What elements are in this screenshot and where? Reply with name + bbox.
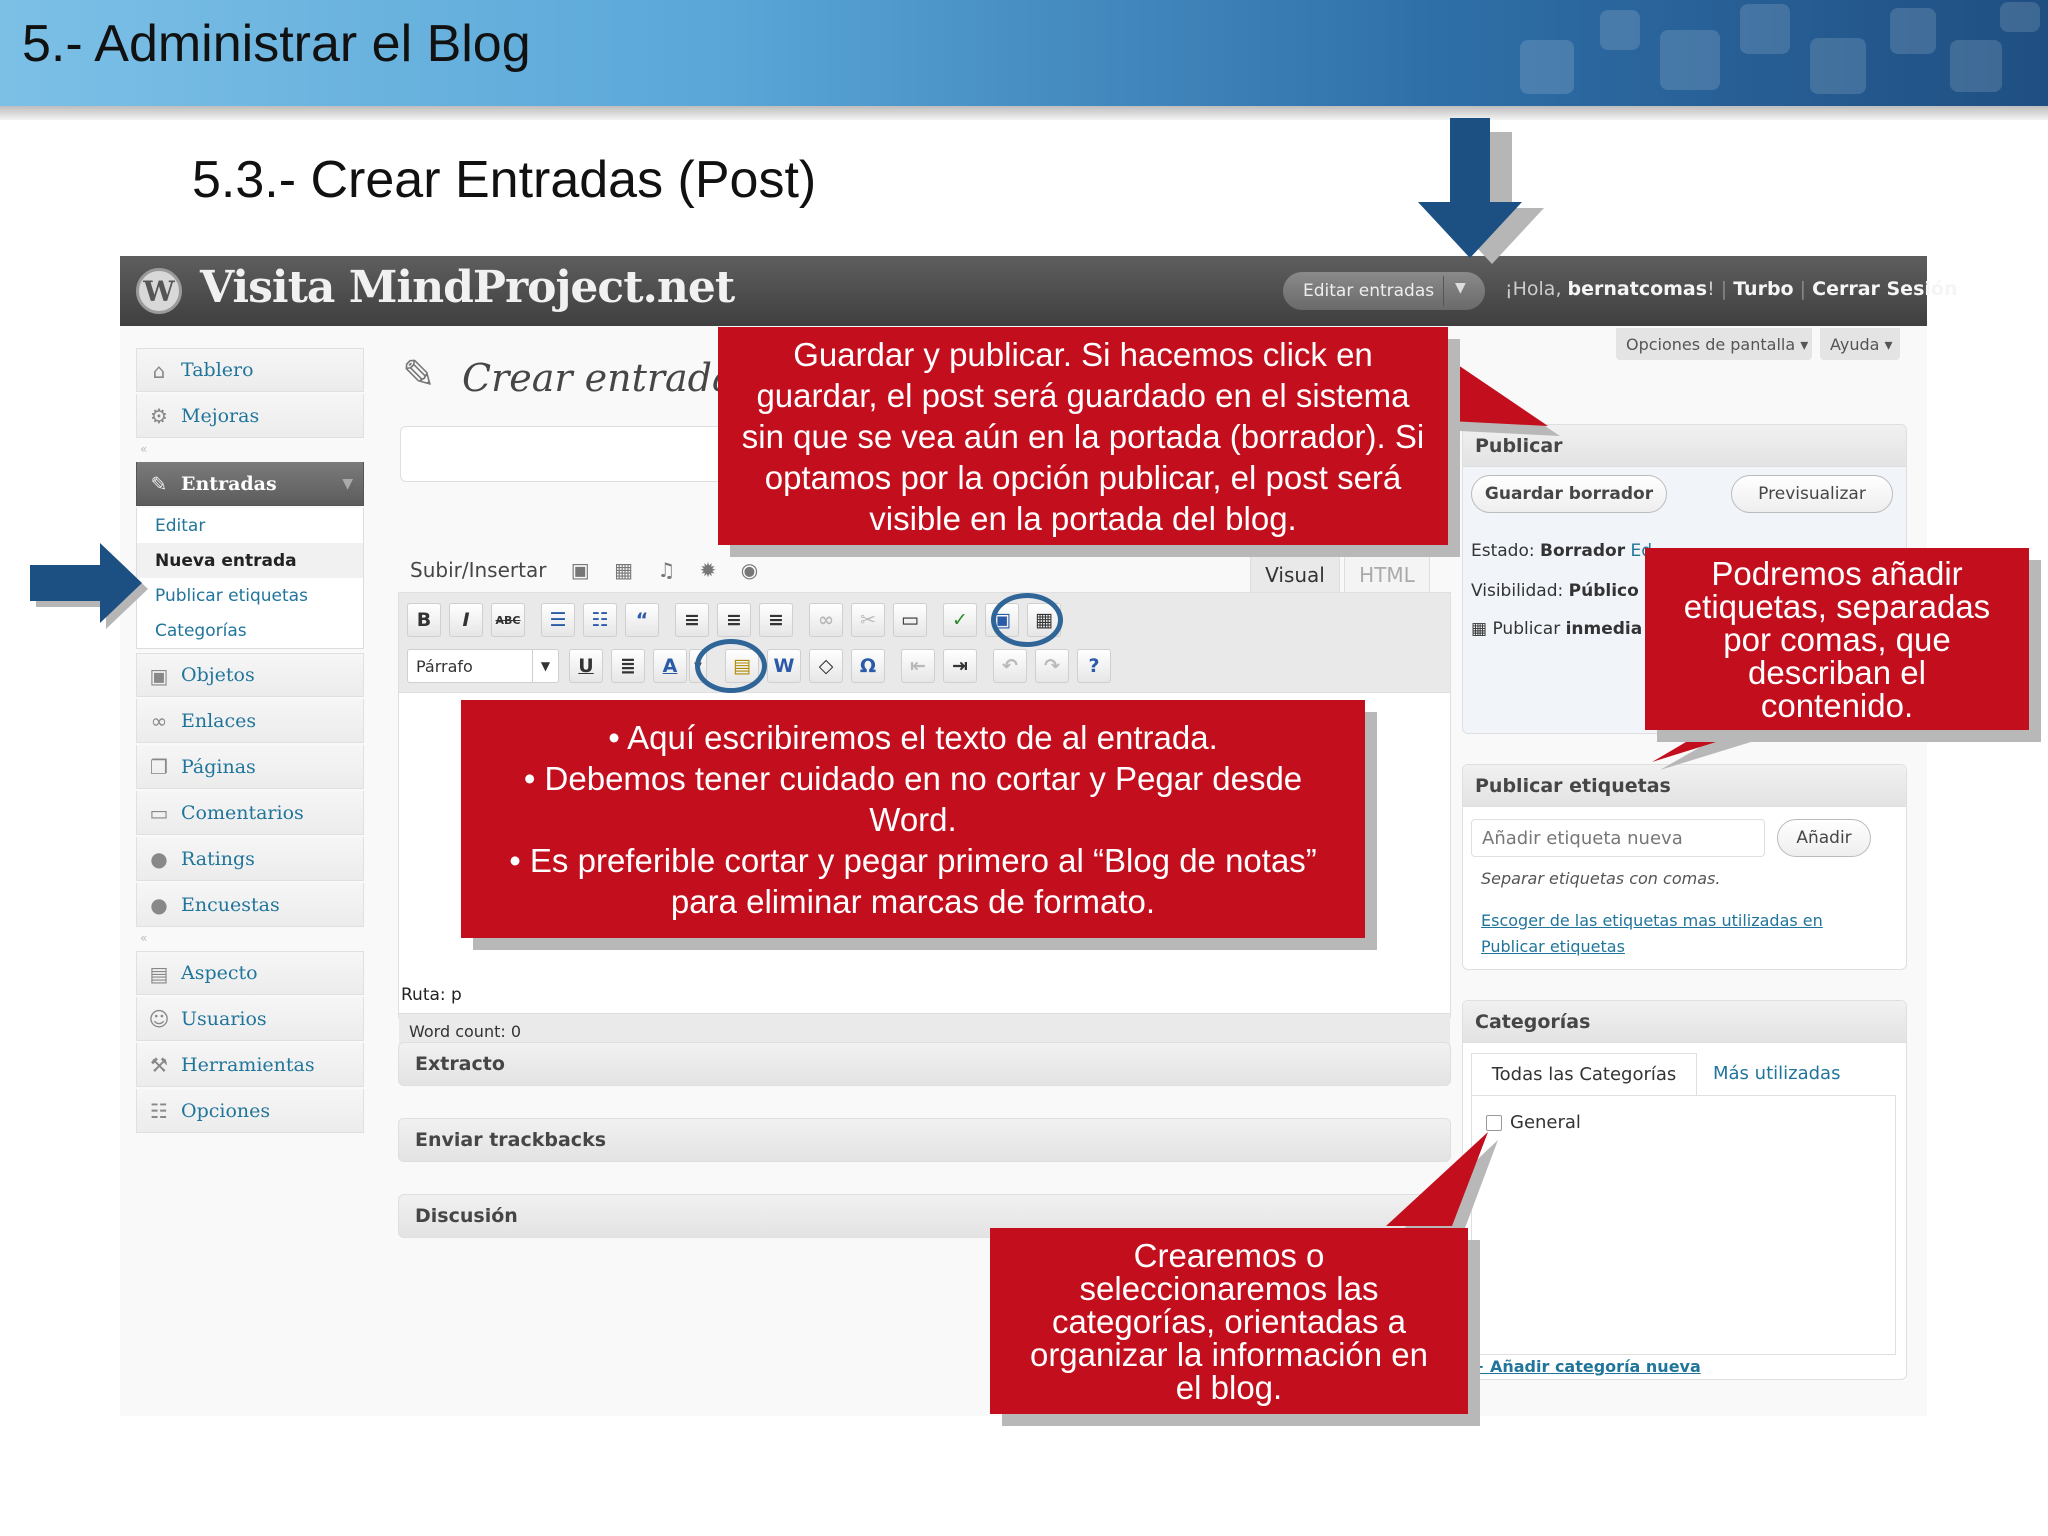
callout-publicar: Guardar y publicar. Si hacemos click en … bbox=[718, 327, 1448, 545]
callout-editor-line3: • Es preferible cortar y pegar primero a… bbox=[509, 841, 1317, 920]
callout-publicar-text: Guardar y publicar. Si hacemos click en … bbox=[741, 335, 1425, 537]
callout-etiquetas: Podremos añadir etiquetas, separadas por… bbox=[1645, 548, 2029, 730]
callout-editor-line2: • Debemos tener cuidado en no cortar y P… bbox=[523, 759, 1303, 838]
callout-editor-line1: • Aquí escribiremos el texto de al entra… bbox=[608, 718, 1218, 756]
callout-categorias: Crearemos o seleccionaremos las categorí… bbox=[990, 1228, 1468, 1414]
callout-etiquetas-text: Podremos añadir etiquetas, separadas por… bbox=[1683, 554, 1991, 724]
callout-categorias-text: Crearemos o seleccionaremos las categorí… bbox=[1029, 1236, 1429, 1406]
callout-editor: • Aquí escribiremos el texto de al entra… bbox=[461, 700, 1365, 938]
